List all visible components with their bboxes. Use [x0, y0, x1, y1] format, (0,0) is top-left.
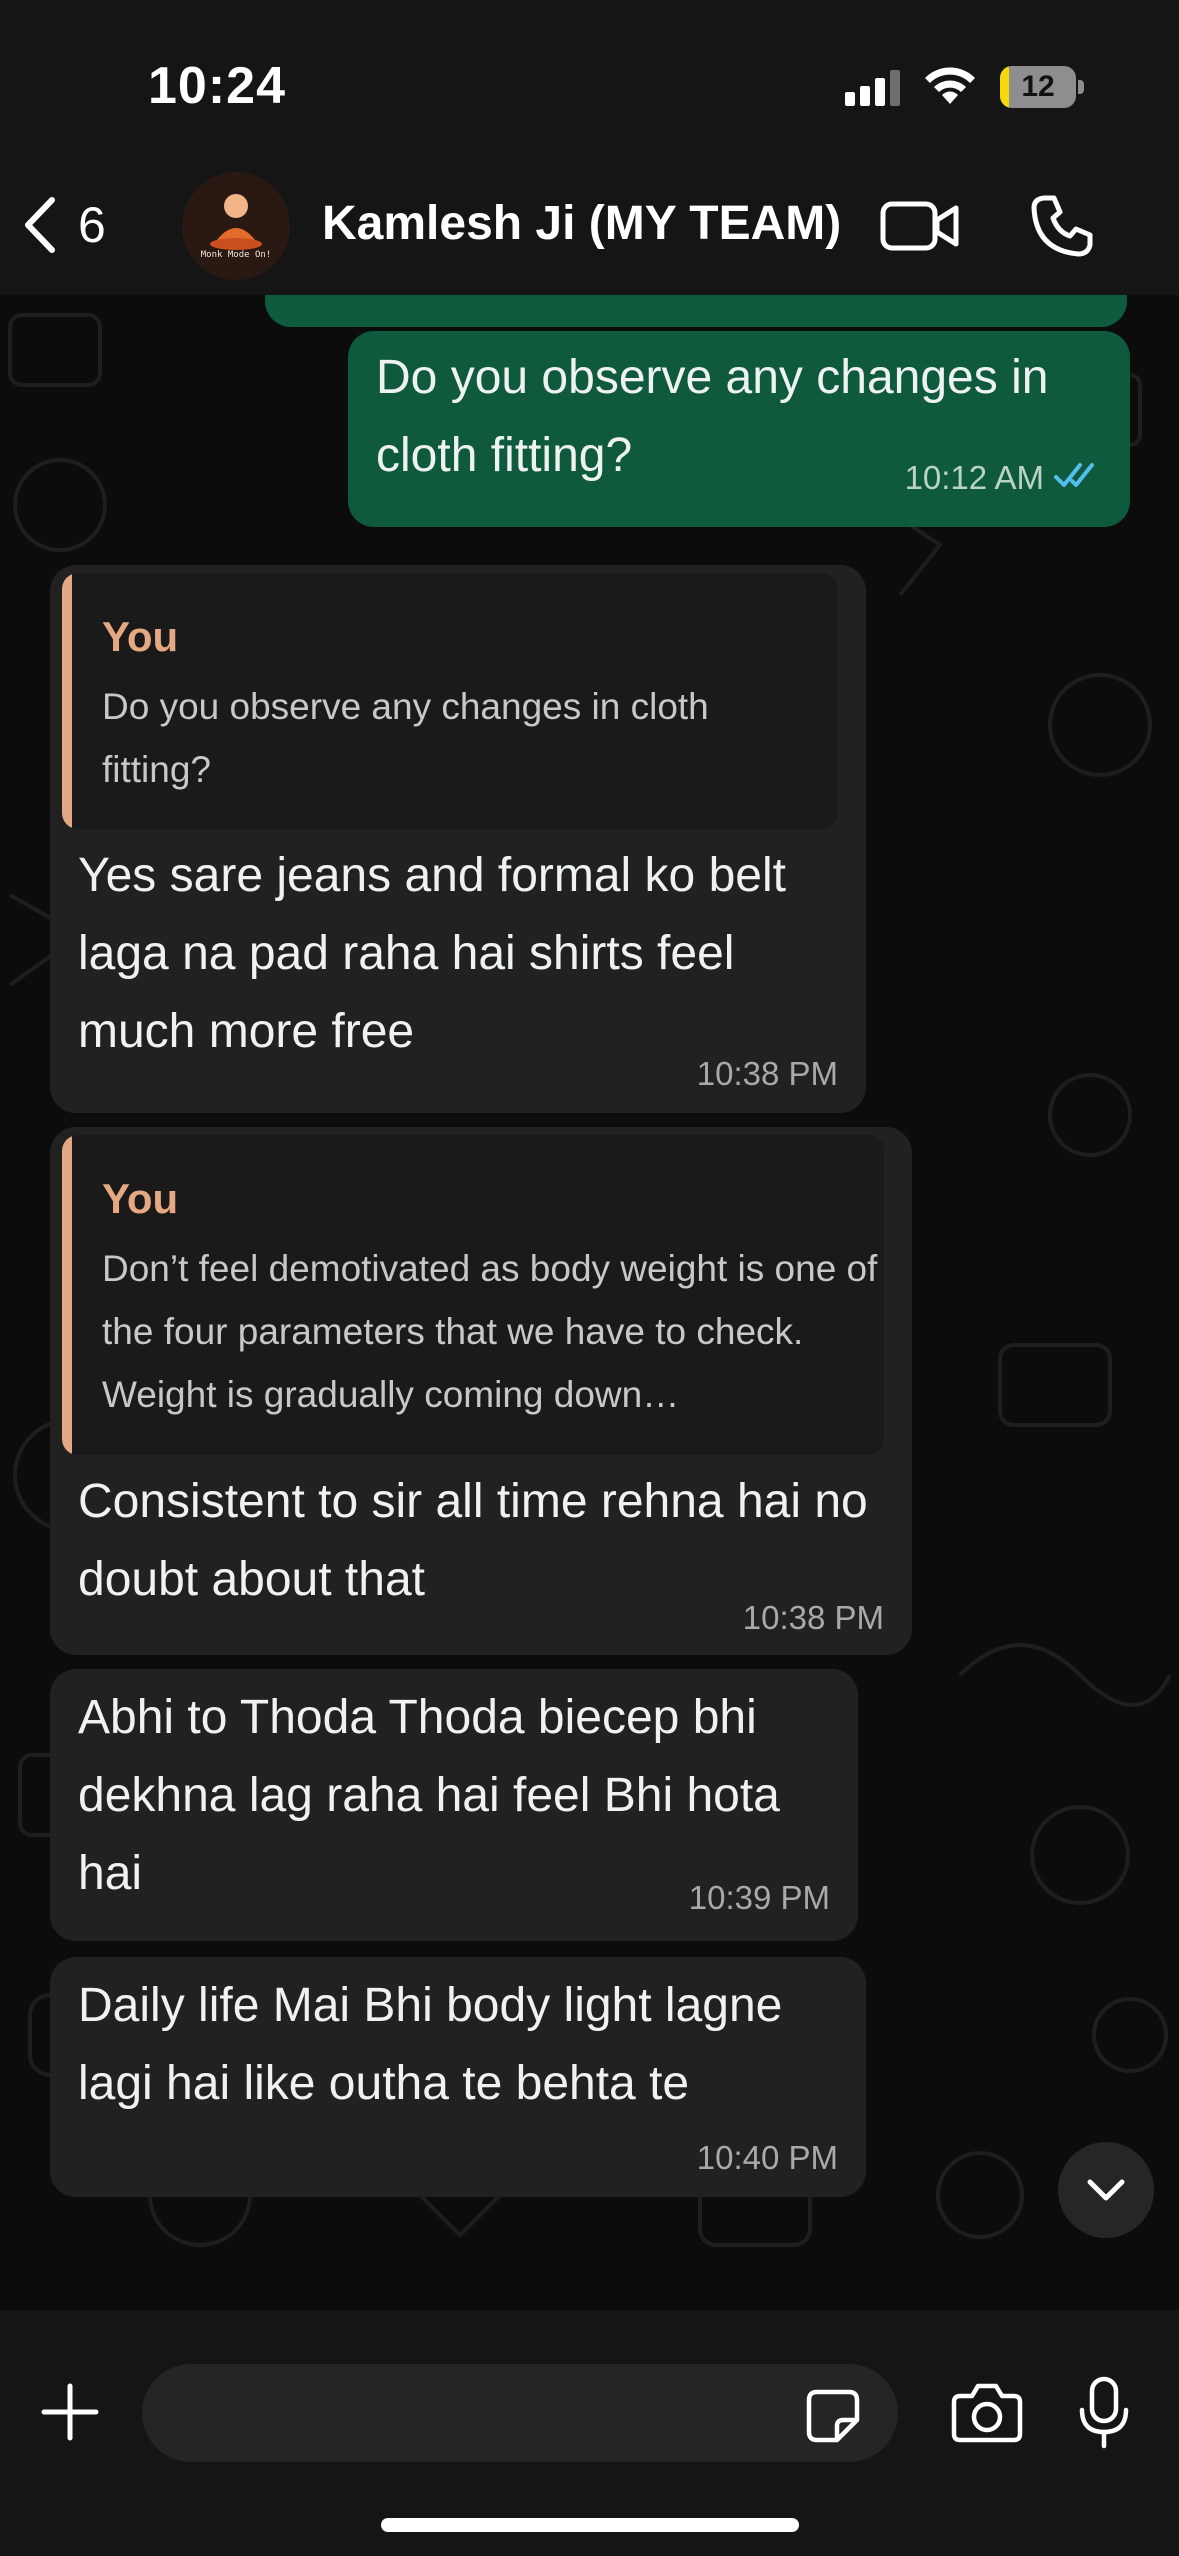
message-time: 10:12 AM	[904, 459, 1044, 496]
composer-bar	[0, 2310, 1179, 2556]
message-bubble-incoming[interactable]: You Don’t feel demotivated as body weigh…	[50, 1127, 912, 1655]
message-time: 10:38 PM	[696, 1055, 838, 1092]
message-text: Daily life Mai Bhi body light lagne lagi…	[78, 1979, 783, 2110]
quote-accent-bar	[62, 573, 72, 829]
avatar-caption: Monk Mode On!	[200, 250, 272, 260]
monk-avatar-image	[182, 172, 290, 280]
chat-area[interactable]: Do you observe any changes in cloth fitt…	[0, 295, 1179, 2310]
quote-author: You	[102, 1175, 179, 1222]
message-bubble-outgoing[interactable]: Do you observe any changes in cloth fitt…	[348, 331, 1130, 527]
battery-indicator: 12	[1000, 66, 1084, 108]
video-call-button[interactable]	[880, 198, 960, 254]
quoted-message[interactable]: You Don’t feel demotivated as body weigh…	[62, 1135, 884, 1455]
message-bubble-incoming[interactable]: Daily life Mai Bhi body light lagne lagi…	[50, 1957, 866, 2197]
unread-count: 6	[78, 197, 106, 253]
contact-name[interactable]: Kamlesh Ji (MY TEAM)	[322, 196, 841, 251]
plus-icon[interactable]	[40, 2382, 100, 2442]
sticker-icon[interactable]	[805, 2388, 861, 2444]
message-input[interactable]	[142, 2364, 898, 2462]
quoted-message[interactable]: You Do you observe any changes in cloth …	[62, 573, 838, 829]
message-bubble-outgoing-partial[interactable]	[265, 295, 1127, 327]
voice-call-button[interactable]	[1030, 194, 1094, 258]
message-text: Consistent to sir all time rehna hai no …	[78, 1475, 868, 1606]
message-bubble-incoming[interactable]: Abhi to Thoda Thoda biecep bhi dekhna la…	[50, 1669, 858, 1941]
quote-text: Do you observe any changes in cloth fitt…	[102, 686, 709, 790]
message-text: Yes sare jeans and formal ko belt laga n…	[78, 849, 786, 1058]
scroll-to-bottom-button[interactable]	[1058, 2142, 1154, 2238]
message-time: 10:40 PM	[696, 2139, 838, 2176]
double-check-icon	[1054, 463, 1094, 487]
avatar[interactable]: Monk Mode On!	[182, 172, 290, 280]
home-indicator[interactable]	[381, 2518, 799, 2532]
message-time: 10:38 PM	[742, 1599, 884, 1636]
status-time: 10:24	[148, 57, 286, 115]
message-text: Abhi to Thoda Thoda biecep bhi dekhna la…	[78, 1691, 780, 1900]
quote-author: You	[102, 613, 179, 660]
status-bar: 10:24 12	[0, 0, 1179, 160]
microphone-icon[interactable]	[1078, 2376, 1130, 2450]
back-button[interactable]: 6	[22, 190, 132, 260]
quote-accent-bar	[62, 1135, 72, 1455]
chat-header: 6 Monk Mode On! Kamlesh Ji (MY TEAM)	[0, 160, 1179, 295]
cellular-signal-icon	[845, 70, 900, 106]
wifi-icon	[925, 67, 975, 104]
chevron-down-icon	[1087, 2179, 1125, 2201]
camera-icon[interactable]	[950, 2382, 1024, 2444]
battery-level: 12	[1021, 70, 1055, 103]
quote-text: Don’t feel demotivated as body weight is…	[102, 1248, 878, 1415]
message-time: 10:39 PM	[688, 1879, 830, 1916]
chevron-left-icon	[25, 197, 55, 253]
message-bubble-incoming[interactable]: You Do you observe any changes in cloth …	[50, 565, 866, 1113]
